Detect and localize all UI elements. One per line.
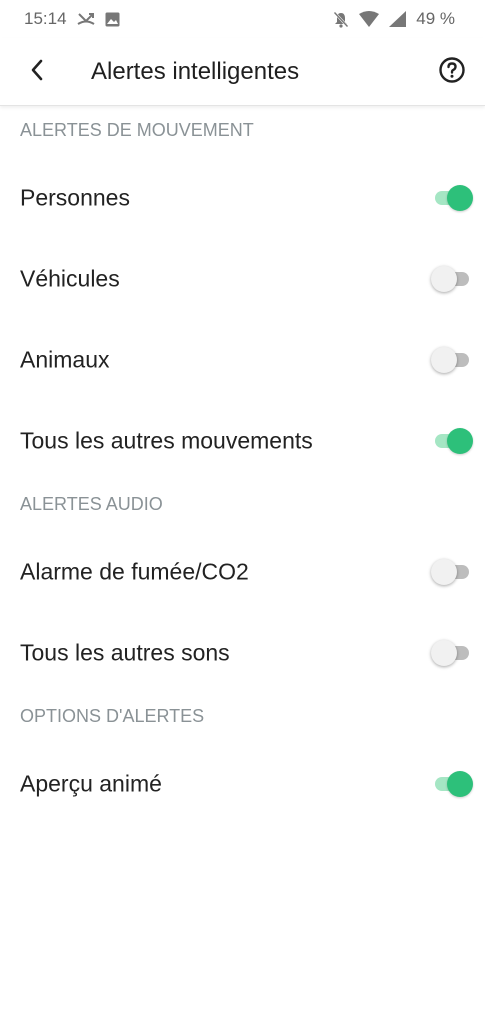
- toggle-thumb: [447, 428, 473, 454]
- notifications-off-icon: [333, 11, 349, 28]
- toggle-thumb: [431, 266, 457, 292]
- toggle-switch[interactable]: [431, 770, 473, 798]
- toggle-switch[interactable]: [431, 265, 473, 293]
- help-circle-icon: [438, 56, 466, 89]
- setting-row-alarme-fumee[interactable]: Alarme de fumée/CO2: [0, 542, 485, 602]
- toggle-switch[interactable]: [431, 184, 473, 212]
- app-bar: Alertes intelligentes: [0, 38, 485, 106]
- help-button[interactable]: [437, 56, 467, 89]
- setting-row-tous-sons[interactable]: Tous les autres sons: [0, 623, 485, 683]
- toggle-switch[interactable]: [431, 346, 473, 374]
- setting-label: Alarme de fumée/CO2: [20, 558, 249, 585]
- status-right: 49 %: [333, 9, 455, 29]
- toggle-thumb: [431, 640, 457, 666]
- page-title: Alertes intelligentes: [91, 58, 300, 85]
- setting-label: Personnes: [20, 184, 130, 211]
- chevron-left-icon: [29, 58, 45, 87]
- setting-label: Aperçu animé: [20, 770, 162, 797]
- section-header-motion: ALERTES DE MOUVEMENT: [20, 120, 254, 140]
- battery-percentage: 49 %: [416, 9, 455, 28]
- back-button[interactable]: [22, 54, 52, 90]
- wifi-icon: [359, 11, 380, 27]
- status-time: 15:14: [24, 9, 67, 28]
- status-bar: 15:14 49 %: [0, 0, 485, 38]
- section-header-audio: ALERTES AUDIO: [20, 494, 163, 514]
- cellular-signal-icon: [389, 11, 407, 27]
- setting-label: Tous les autres mouvements: [20, 427, 313, 454]
- toggle-switch[interactable]: [431, 427, 473, 455]
- toggle-thumb: [447, 185, 473, 211]
- setting-row-personnes[interactable]: Personnes: [0, 168, 485, 228]
- toggle-thumb: [431, 347, 457, 373]
- toggle-thumb: [447, 771, 473, 797]
- section-header-options: OPTIONS D'ALERTES: [20, 706, 205, 726]
- toggle-switch[interactable]: [431, 558, 473, 586]
- toggle-switch[interactable]: [431, 639, 473, 667]
- setting-row-tous-mouvements[interactable]: Tous les autres mouvements: [0, 411, 485, 471]
- setting-row-animaux[interactable]: Animaux: [0, 330, 485, 390]
- setting-label: Animaux: [20, 346, 110, 373]
- image-icon: [105, 12, 120, 27]
- setting-label: Tous les autres sons: [20, 639, 230, 666]
- setting-row-apercu-anime[interactable]: Aperçu animé: [0, 754, 485, 814]
- missed-call-icon: [77, 11, 95, 27]
- setting-label: Véhicules: [20, 265, 120, 292]
- setting-row-vehicules[interactable]: Véhicules: [0, 249, 485, 309]
- status-left: 15:14: [24, 9, 120, 29]
- toggle-thumb: [431, 559, 457, 585]
